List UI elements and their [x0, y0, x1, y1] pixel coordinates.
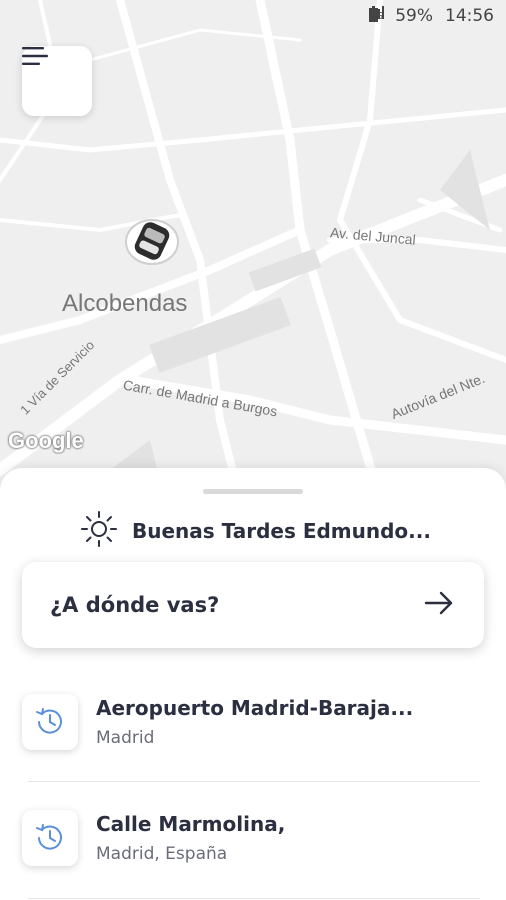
arrow-right-icon	[424, 591, 454, 619]
greeting: Buenas Tardes Edmundo...	[80, 510, 431, 552]
search-prompt: ¿A dónde vas?	[50, 593, 220, 617]
status-bar: 4G 59% 14:56	[369, 6, 494, 26]
history-icon	[22, 810, 78, 866]
recent-place-subtitle: Madrid, España	[96, 844, 228, 864]
recent-place-title: Aeropuerto Madrid-Baraja...	[96, 696, 414, 720]
menu-button[interactable]	[22, 46, 92, 116]
clock: 14:56	[445, 6, 494, 26]
battery-percent: 59%	[395, 6, 433, 26]
sun-icon	[80, 510, 118, 552]
drag-handle[interactable]	[203, 489, 303, 494]
list-item[interactable]: Calle Marmolina, Madrid, España	[22, 786, 482, 892]
car-icon	[124, 214, 180, 266]
divider	[28, 898, 480, 899]
map-view[interactable]: 4G 59% 14:56 Alcobendas Av. del Juncal C…	[0, 0, 506, 500]
google-attribution: Google	[8, 428, 84, 453]
divider	[28, 781, 480, 782]
recent-place-subtitle: Madrid	[96, 728, 155, 748]
destination-search-button[interactable]: ¿A dónde vas?	[22, 562, 484, 648]
city-label: Alcobendas	[62, 290, 188, 317]
bottom-sheet: Buenas Tardes Edmundo... ¿A dónde vas? A…	[0, 468, 506, 900]
recent-place-title: Calle Marmolina,	[96, 812, 286, 836]
greeting-text: Buenas Tardes Edmundo...	[132, 519, 431, 543]
list-item[interactable]: Aeropuerto Madrid-Baraja... Madrid	[22, 670, 482, 776]
history-icon	[22, 694, 78, 750]
